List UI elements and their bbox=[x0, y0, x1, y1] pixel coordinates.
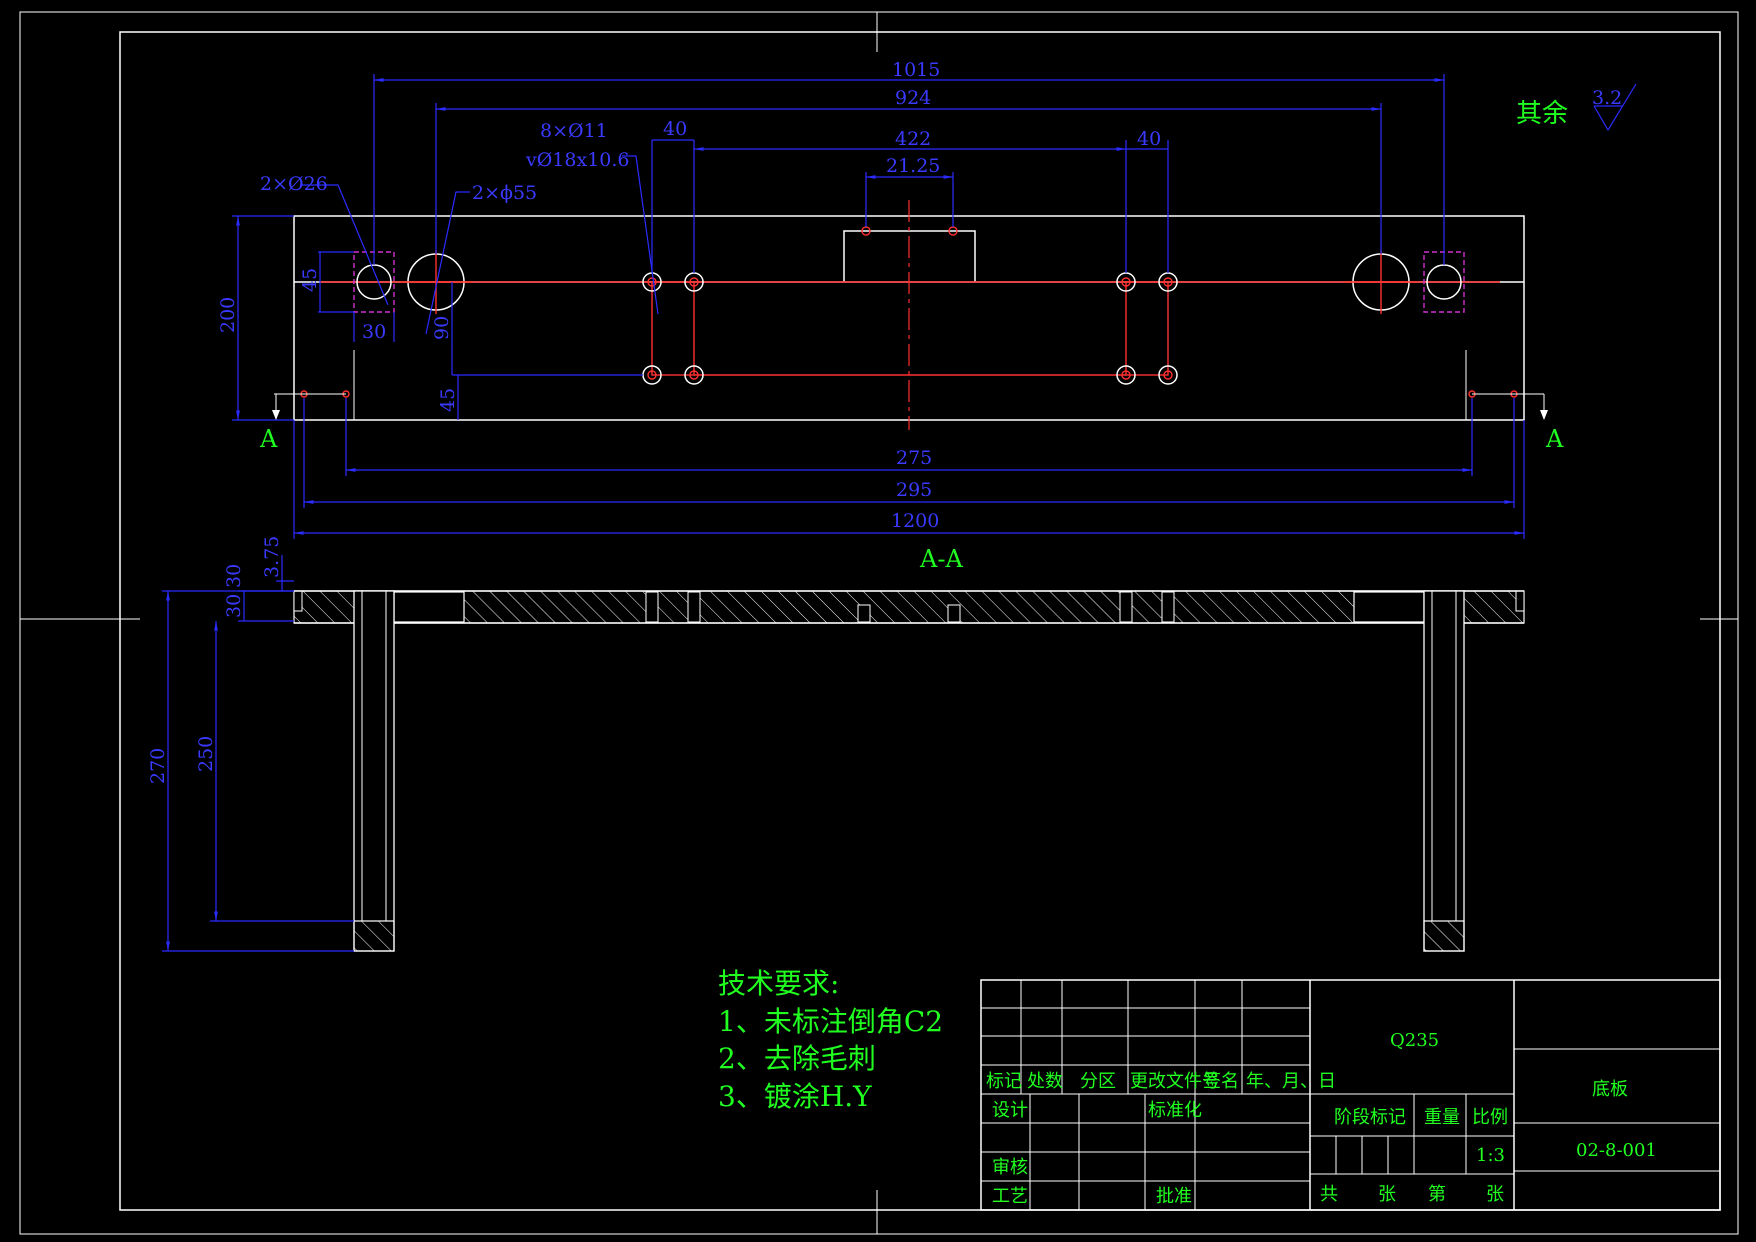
label-counterbore: vØ18x10.6 bbox=[525, 149, 630, 171]
dim-924: 924 bbox=[895, 87, 931, 109]
dim-45-left: 45 bbox=[299, 268, 321, 292]
dim-1200: 1200 bbox=[891, 510, 939, 532]
dim-40-right: 40 bbox=[1137, 128, 1161, 150]
leg-left bbox=[353, 590, 395, 952]
section-mark-left: A bbox=[259, 425, 278, 453]
dim-3-75: 3.75 bbox=[261, 536, 283, 578]
dim-275: 275 bbox=[896, 447, 932, 469]
tb-rev-mark: 标记 bbox=[986, 1071, 1022, 1092]
tb-standardize: 标准化 bbox=[1148, 1100, 1202, 1121]
tb-scale: 1:3 bbox=[1476, 1145, 1505, 1166]
section-mark-right: A bbox=[1545, 425, 1564, 453]
hole-group-right bbox=[1125, 281, 1169, 376]
top-dimensions bbox=[232, 74, 1525, 539]
roughness-value: 3.2 bbox=[1592, 87, 1622, 109]
tb-material: Q235 bbox=[1390, 1030, 1439, 1051]
dim-45-bottom: 45 bbox=[437, 388, 459, 412]
label-2-holes-55: 2×ϕ55 bbox=[472, 182, 537, 204]
tb-part-name: 底板 bbox=[1592, 1079, 1628, 1100]
dim-21-25: 21.25 bbox=[886, 155, 940, 177]
tb-rev-zone: 分区 bbox=[1080, 1071, 1116, 1092]
tb-design: 设计 bbox=[992, 1100, 1028, 1121]
tb-sheets-current: 第 bbox=[1428, 1184, 1446, 1205]
dim-40-left: 40 bbox=[663, 118, 687, 140]
dim-422: 422 bbox=[895, 128, 931, 150]
tech-item-3: 3、镀涂H.Y bbox=[718, 1080, 872, 1113]
tb-review: 审核 bbox=[992, 1157, 1028, 1178]
dim-90: 90 bbox=[431, 316, 453, 340]
tb-stage-mark: 阶段标记 bbox=[1334, 1107, 1406, 1128]
tech-item-2: 2、去除毛刺 bbox=[718, 1042, 876, 1075]
tb-drawing-no: 02-8-001 bbox=[1576, 1140, 1657, 1161]
tb-approve: 批准 bbox=[1156, 1186, 1192, 1207]
plate-section bbox=[293, 590, 1525, 624]
tech-title: 技术要求: bbox=[718, 967, 839, 1000]
step-lines bbox=[353, 350, 1467, 420]
hole-group-left bbox=[651, 281, 695, 376]
label-8-holes: 8×Ø11 bbox=[540, 120, 608, 142]
tb-sheets-unit-1: 张 bbox=[1378, 1184, 1396, 1205]
tb-sheets-unit-2: 张 bbox=[1486, 1184, 1504, 1205]
tb-rev-sign: 签名 bbox=[1203, 1071, 1239, 1092]
dim-1015: 1015 bbox=[892, 59, 940, 81]
leg-right bbox=[1423, 590, 1465, 952]
tb-sheets-total: 共 bbox=[1320, 1184, 1338, 1205]
tb-scale-label: 比例 bbox=[1472, 1107, 1508, 1128]
dim-250: 250 bbox=[195, 736, 217, 772]
section-title: A-A bbox=[919, 545, 963, 573]
tb-rev-count: 处数 bbox=[1027, 1071, 1063, 1092]
tb-process: 工艺 bbox=[992, 1186, 1028, 1207]
cad-drawing: 其余 3.2 1015 924 40 422 40 21.25 8×Ø11 vØ… bbox=[19, 11, 1739, 1235]
dim-295: 295 bbox=[896, 479, 932, 501]
tb-weight: 重量 bbox=[1424, 1107, 1460, 1128]
dim-270: 270 bbox=[147, 748, 169, 784]
roughness-label: 其余 bbox=[1516, 99, 1568, 129]
section-view bbox=[162, 555, 1525, 952]
section-markers bbox=[272, 394, 1548, 420]
tb-rev-date: 年、月、日 bbox=[1246, 1071, 1336, 1092]
tech-item-1: 1、未标注倒角C2 bbox=[718, 1005, 943, 1038]
dim-30-a: 30 bbox=[223, 564, 245, 588]
top-view bbox=[232, 74, 1548, 539]
dim-30-top: 30 bbox=[362, 321, 386, 343]
label-2-holes-26: 2×Ø26 bbox=[260, 173, 328, 195]
dim-30-b: 30 bbox=[223, 594, 245, 618]
dim-200: 200 bbox=[217, 297, 239, 333]
